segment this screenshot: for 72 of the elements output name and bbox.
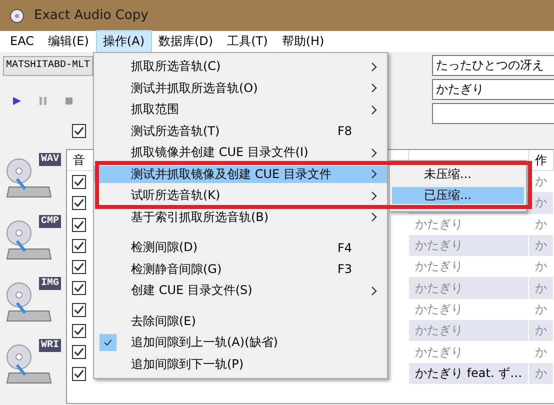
chevron-right-icon: [371, 212, 377, 222]
column-header[interactable]: 作: [529, 150, 554, 170]
window-title: Exact Audio Copy: [34, 8, 148, 23]
table-cell: かたぎり: [415, 216, 463, 233]
menu-item[interactable]: 已压缩...: [392, 187, 524, 204]
format-label: CMP: [38, 215, 61, 228]
menu-item[interactable]: 工具(T): [220, 30, 275, 53]
menu-item[interactable]: 编辑(E): [40, 30, 96, 53]
text-field[interactable]: かたぎり: [432, 79, 554, 100]
menu-item[interactable]: 检测间隙(D) F4: [94, 239, 387, 256]
menu-item[interactable]: 检测静音间隙(G) F3: [94, 260, 387, 278]
checkbox[interactable]: [72, 324, 86, 338]
chevron-right-icon: [371, 62, 377, 72]
table-cell: かたぎり feat. ず…: [415, 364, 522, 382]
menu-item[interactable]: 创建 CUE 目录文件(S): [94, 282, 387, 300]
table-cell: かたぎり: [415, 258, 463, 276]
checkbox[interactable]: [72, 281, 86, 296]
format-label: WAV: [38, 153, 61, 166]
chevron-right-icon: [371, 190, 377, 201]
checkbox[interactable]: [72, 175, 86, 189]
menu-item[interactable]: 基于索引抓取所选音轨(B): [94, 208, 387, 226]
table-cell: かたぎり: [415, 280, 463, 297]
table-cell: かたぎり: [415, 300, 463, 318]
drive-dropdown[interactable]: MATSHITABD-MLT: [3, 56, 93, 76]
table-cell: か: [535, 280, 547, 297]
table-cell: か: [535, 237, 547, 254]
menu-item[interactable]: 帮助(H): [274, 30, 332, 53]
table-cell: か: [535, 173, 547, 190]
menu-item[interactable]: 抓取镜像并创建 CUE 目录文件(I): [94, 144, 387, 162]
text-field[interactable]: [432, 103, 554, 124]
table-cell: か: [535, 300, 547, 318]
chevron-right-icon: [371, 286, 377, 296]
table-cell: か: [535, 194, 547, 212]
chevron-right-icon: [371, 104, 377, 115]
chevron-right-icon: [371, 148, 377, 158]
checkbox[interactable]: [72, 366, 86, 381]
chevron-right-icon: [371, 169, 377, 180]
table-cell: か: [535, 322, 547, 340]
checkmark-icon: [98, 334, 118, 352]
format-label: WRI: [38, 339, 61, 352]
menu-item[interactable]: 追加间隙到上一轨(A)(缺省): [94, 334, 387, 352]
checkbox[interactable]: [72, 302, 86, 317]
menu-item[interactable]: 数据库(D): [152, 30, 220, 53]
menu-item[interactable]: 测试并抓取镜像及创建 CUE 目录文件: [94, 166, 387, 183]
menu-item[interactable]: 追加间隙到下一轨(P): [94, 356, 387, 373]
disc-icon: [10, 8, 24, 22]
table-cell: かたぎり: [415, 344, 463, 361]
text-field[interactable]: たったひとつの冴え: [432, 55, 554, 76]
format-label: IMG: [38, 277, 61, 290]
checkbox[interactable]: [72, 238, 86, 253]
checkbox[interactable]: [72, 218, 86, 232]
play-icon[interactable]: [12, 96, 22, 106]
table-cell: か: [535, 344, 547, 361]
menu-item[interactable]: 试听所选音轨(K): [94, 187, 387, 204]
menu-item[interactable]: 测试所选音轨(T) F8: [94, 122, 387, 140]
menu-item[interactable]: 测试并抓取所选音轨(O): [94, 80, 387, 97]
table-cell: かたぎり: [415, 237, 463, 254]
checkbox[interactable]: [72, 124, 86, 138]
table-cell: か: [535, 258, 547, 276]
menu-item[interactable]: 操作(A): [96, 30, 152, 53]
checkbox[interactable]: [72, 345, 86, 360]
menu-item[interactable]: 去除间隙(E): [94, 312, 387, 330]
menu-item[interactable]: EAC: [3, 30, 41, 53]
table-cell: かたぎり: [415, 322, 463, 340]
chevron-right-icon: [371, 83, 377, 94]
menu-item[interactable]: 抓取所选音轨(C): [94, 58, 387, 76]
checkbox[interactable]: [72, 260, 86, 274]
table-cell: か: [535, 364, 547, 382]
menu-item[interactable]: 未压缩...: [392, 166, 524, 183]
menu-item[interactable]: 抓取范围: [94, 101, 387, 118]
table-cell: か: [535, 216, 547, 233]
checkbox[interactable]: [72, 196, 86, 210]
